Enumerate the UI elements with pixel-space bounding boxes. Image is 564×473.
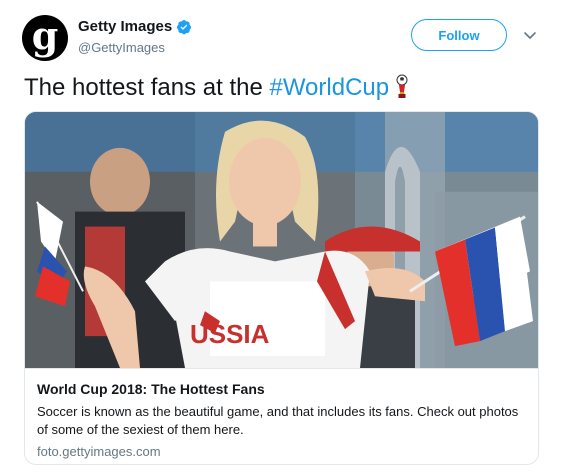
tweet-text: The hottest fans at the #WorldCup [24,72,409,104]
avatar-letter: g [31,15,59,58]
card-body[interactable]: World Cup 2018: The Hottest Fans Soccer … [25,370,538,464]
follow-button[interactable]: Follow [411,19,507,51]
tweet-body: The hottest fans at the [24,74,270,101]
display-name[interactable]: Getty Images [78,18,172,35]
handle[interactable]: @GettyImages [78,40,165,55]
card-description: Soccer is known as the beautiful game, a… [37,404,519,437]
jersey-text: USSIA [190,321,270,349]
hashtag-link[interactable]: #WorldCup [269,74,389,101]
name-row: Getty Images [78,18,192,35]
world-cup-trophy-icon [396,74,408,98]
card-title[interactable]: World Cup 2018: The Hottest Fans [37,380,528,398]
card-photo[interactable]: USSIA [25,112,539,369]
verified-badge-icon [177,19,192,34]
avatar[interactable]: g [22,15,68,61]
card-domain[interactable]: foto.gettyimages.com [37,443,528,460]
tweet-header: g Getty Images @GettyImages Follow [22,15,552,63]
link-card[interactable]: USSIA World Cup 2018: The Hottest Fans S… [24,111,539,465]
chevron-down-icon[interactable] [522,27,538,43]
